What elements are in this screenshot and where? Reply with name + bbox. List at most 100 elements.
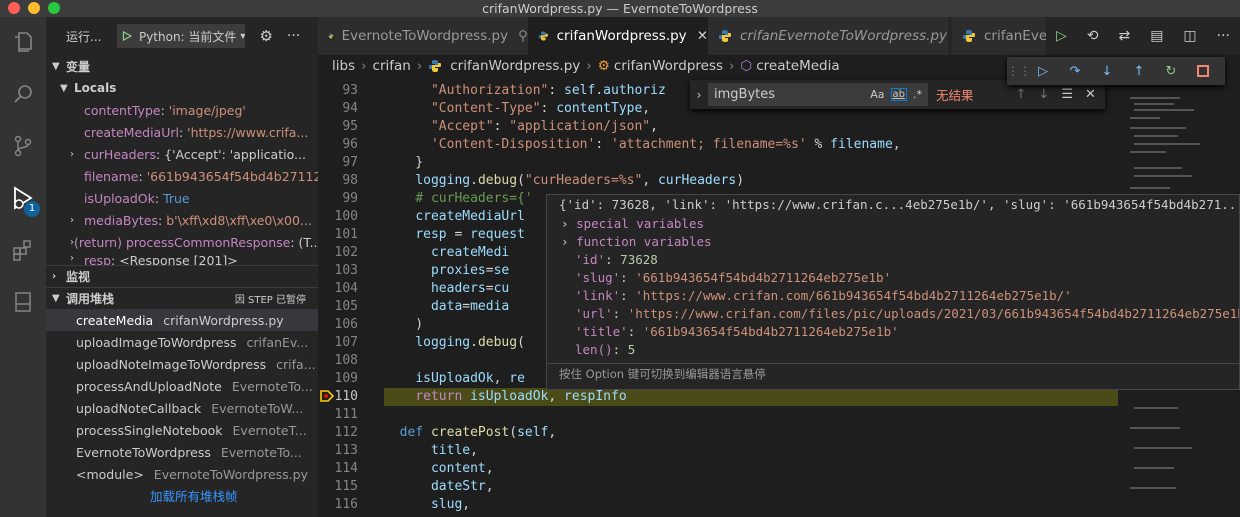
- breadcrumb-item[interactable]: libs: [332, 58, 355, 74]
- step-into-icon[interactable]: ↓: [1091, 57, 1123, 85]
- field-key: 'id': [575, 252, 606, 267]
- title-bar: crifanWordpress.py — EvernoteToWordpress: [0, 0, 1240, 17]
- no-results-status: 无结果: [936, 88, 974, 103]
- start-debug-icon[interactable]: [121, 29, 133, 43]
- breadcrumb-item[interactable]: crifanWordpress: [614, 58, 723, 74]
- pin-icon[interactable]: ⚲: [518, 28, 528, 44]
- restart-icon[interactable]: ↻: [1155, 57, 1187, 85]
- match-case-toggle[interactable]: Aa: [870, 88, 884, 101]
- tab-evernotetowordpress[interactable]: EvernoteToWordpress.py ⚲: [318, 17, 528, 55]
- compare-icon[interactable]: ⇄: [1118, 28, 1130, 44]
- stack-frame[interactable]: EvernoteToWordpress EvernoteTo...: [46, 441, 318, 463]
- code-line: logging.debug("curHeaders=%s", curHeader…: [415, 173, 745, 188]
- hover-field[interactable]: 'title': '661b943654f54bd4b2711264eb275e…: [547, 323, 1239, 341]
- chevron-down-icon: ▼: [60, 82, 68, 94]
- code-line: "Accept": "application/json",: [430, 119, 658, 134]
- load-all-frames-link[interactable]: 加载所有堆栈帧: [46, 485, 318, 505]
- code-line: logging.debug(: [415, 335, 525, 350]
- variable-row[interactable]: › resp: <Response [201]>: [46, 253, 318, 265]
- variables-section-header[interactable]: ▼ 变量: [46, 55, 318, 77]
- search-icon[interactable]: [8, 79, 38, 109]
- regex-toggle[interactable]: .*: [913, 88, 922, 101]
- more-actions-icon[interactable]: ···: [287, 28, 300, 44]
- variable-row[interactable]: isUploadOk: True: [46, 187, 318, 209]
- launch-config-select[interactable]: Python: 当前文件 ▾: [117, 24, 246, 48]
- tab-crifaneve[interactable]: crifanEve: [952, 17, 1060, 55]
- python-file-icon: [963, 30, 975, 42]
- editor-actions: ▷ ⟲ ⇄ ▤ ◫ ···: [1046, 17, 1240, 55]
- variable-row[interactable]: ›(return) processCommonResponse: (T...: [46, 231, 318, 253]
- callstack-section-header[interactable]: ▼ 调用堆栈因 STEP 已暂停: [46, 287, 318, 309]
- stack-frame[interactable]: uploadImageToWordpress crifanEv...: [46, 331, 318, 353]
- code-line: # curHeaders={': [415, 191, 533, 206]
- hover-group[interactable]: › special variables: [547, 215, 1239, 233]
- preview-icon[interactable]: ▤: [1150, 28, 1163, 44]
- line-number: 97: [342, 155, 358, 170]
- run-file-icon[interactable]: ▷: [1056, 28, 1067, 44]
- chevron-down-icon: ▼: [52, 60, 60, 72]
- stack-frame[interactable]: uploadNoteImageToWordpress crifa...: [46, 353, 318, 375]
- breadcrumb-item[interactable]: createMedia: [756, 58, 839, 74]
- more-actions-icon[interactable]: ···: [1217, 28, 1230, 44]
- drag-handle-icon[interactable]: ⋮⋮: [1007, 64, 1031, 78]
- stack-frame[interactable]: uploadNoteCallback EvernoteToW...: [46, 397, 318, 419]
- close-window-button[interactable]: [8, 2, 20, 14]
- python-file-icon: [328, 33, 334, 39]
- variable-row[interactable]: › mediaBytes: b'\xff\xd8\xff\xe0\x00...: [46, 209, 318, 231]
- next-match-icon[interactable]: ↓: [1038, 87, 1049, 102]
- whole-word-toggle[interactable]: ab: [890, 88, 907, 101]
- zoom-window-button[interactable]: [48, 2, 60, 14]
- line-number: 112: [334, 425, 358, 440]
- paused-status: 因 STEP 已暂停: [234, 295, 306, 306]
- watch-section-header[interactable]: › 监视: [46, 265, 318, 287]
- tab-crifanevernotetowordpress[interactable]: crifanEvernoteToWordpress.py: [708, 17, 948, 55]
- chevron-right-icon: ›: [70, 253, 74, 264]
- locals-scope[interactable]: ▼ Locals: [46, 77, 318, 99]
- gear-icon[interactable]: ⚙: [259, 27, 272, 45]
- close-tab-icon[interactable]: ✕: [697, 28, 708, 44]
- run-debug-icon[interactable]: 1: [8, 183, 40, 217]
- step-out-icon[interactable]: ↑: [1123, 57, 1155, 85]
- stack-frame[interactable]: createMedia crifanWordpress.py: [46, 309, 318, 331]
- debug-toolbar: ⋮⋮ ▷ ↷ ↓ ↑ ↻: [1007, 57, 1225, 85]
- hover-group[interactable]: › function variables: [547, 233, 1239, 251]
- variable-row[interactable]: filename: '661b943654f54bd4b271126...: [46, 165, 318, 187]
- variable-row[interactable]: contentType: 'image/jpeg': [46, 99, 318, 121]
- chevron-right-icon[interactable]: ›: [690, 88, 708, 102]
- hover-field[interactable]: 'slug': '661b943654f54bd4b2711264eb275e1…: [547, 269, 1239, 287]
- extensions-icon[interactable]: [8, 235, 38, 265]
- breadcrumb-item[interactable]: crifan: [373, 58, 411, 74]
- book-icon[interactable]: [8, 287, 38, 317]
- hover-field[interactable]: 'id': 73628: [547, 251, 1239, 269]
- variable-row[interactable]: › curHeaders: {'Accept': 'applicatio...: [46, 143, 318, 165]
- hover-field[interactable]: 'url': 'https://www.crifan.com/files/pic…: [547, 305, 1239, 323]
- close-find-icon[interactable]: ✕: [1085, 87, 1096, 102]
- explorer-icon[interactable]: [8, 27, 38, 57]
- hover-field[interactable]: 'link': 'https://www.crifan.com/661b9436…: [547, 287, 1239, 305]
- stop-icon[interactable]: [1187, 57, 1219, 85]
- stack-frame[interactable]: <module> EvernoteToWordpress.py: [46, 463, 318, 485]
- hover-hint: 按住 Option 键可切换到编辑器语言悬停: [547, 363, 1239, 383]
- line-number: 100: [334, 209, 358, 224]
- minimize-window-button[interactable]: [28, 2, 40, 14]
- find-in-selection-icon[interactable]: ☰: [1061, 87, 1073, 102]
- previous-match-icon[interactable]: ↑: [1016, 87, 1027, 102]
- code-line: dateStr,: [430, 479, 494, 494]
- code-line: createMediaUrl: [415, 209, 525, 224]
- tab-crifanwordpress[interactable]: crifanWordpress.py ✕: [528, 17, 708, 55]
- chevron-right-icon: ›: [52, 271, 57, 282]
- continue-icon[interactable]: ▷: [1027, 57, 1059, 85]
- history-icon[interactable]: ⟲: [1087, 28, 1099, 44]
- stack-frame[interactable]: processSingleNotebook EvernoteT...: [46, 419, 318, 441]
- split-editor-icon[interactable]: ◫: [1183, 28, 1196, 44]
- hover-field[interactable]: len(): 5: [547, 341, 1239, 359]
- code-line: proxies=se: [430, 263, 510, 278]
- stack-frame[interactable]: processAndUploadNote EvernoteTo...: [46, 375, 318, 397]
- variable-row[interactable]: createMediaUrl: 'https://www.crifa...: [46, 121, 318, 143]
- chevron-down-icon: ▼: [52, 293, 60, 304]
- line-number: 115: [334, 479, 358, 494]
- step-over-icon[interactable]: ↷: [1059, 57, 1091, 85]
- find-input[interactable]: imgBytes Aa ab .*: [708, 83, 928, 106]
- source-control-icon[interactable]: [8, 131, 38, 161]
- breadcrumb-item[interactable]: crifanWordpress.py: [450, 58, 580, 74]
